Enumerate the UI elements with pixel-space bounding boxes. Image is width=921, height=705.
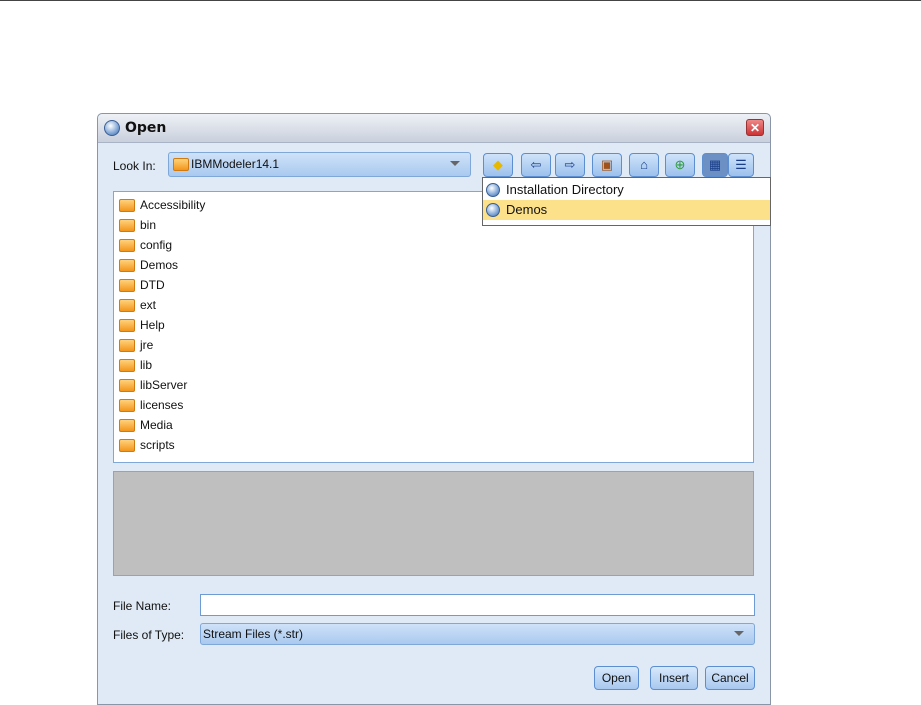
- preview-pane: [113, 471, 754, 576]
- chevron-down-icon: [450, 161, 460, 166]
- file-name: lib: [140, 358, 153, 372]
- file-list-item[interactable]: licenses: [119, 395, 183, 415]
- up-folder-icon: ▣: [600, 157, 614, 172]
- app-icon: [104, 120, 120, 136]
- file-list-item[interactable]: ext: [119, 295, 156, 315]
- file-list-item[interactable]: bin: [119, 215, 156, 235]
- file-name: Media: [140, 418, 173, 432]
- popup-item-label: Demos: [506, 202, 548, 217]
- gem-icon: [486, 183, 500, 197]
- gem-icon: [486, 203, 500, 217]
- up-folder-button[interactable]: ▣: [592, 153, 622, 177]
- file-name: DTD: [140, 278, 165, 292]
- new-folder-button[interactable]: ⊕: [665, 153, 695, 177]
- cancel-button[interactable]: Cancel: [705, 666, 755, 690]
- file-list-item[interactable]: scripts: [119, 435, 175, 455]
- arrow-right-icon: ⇨: [564, 157, 576, 172]
- arrow-left-icon: ⇦: [530, 157, 542, 172]
- diamond-icon: ◆: [493, 157, 503, 172]
- popup-item-label: Installation Directory: [506, 182, 624, 197]
- favorites-button[interactable]: ◆: [483, 153, 513, 177]
- folder-icon: [119, 359, 135, 373]
- file-list-item[interactable]: Media: [119, 415, 173, 435]
- details-list-icon: ☰: [735, 157, 747, 172]
- list-view-button[interactable]: ▦: [702, 153, 728, 177]
- folder-icon: [119, 299, 135, 313]
- file-name: licenses: [140, 398, 184, 412]
- folder-icon: [119, 399, 135, 413]
- file-name-label: File Name:: [113, 599, 172, 613]
- open-button[interactable]: Open: [594, 666, 639, 690]
- folder-icon: [119, 339, 135, 353]
- file-name: jre: [140, 338, 154, 352]
- grid-icon: ▦: [708, 157, 722, 172]
- popup-item-demos[interactable]: Demos: [483, 200, 770, 220]
- file-name-input[interactable]: [200, 594, 755, 616]
- file-list-item[interactable]: Demos: [119, 255, 178, 275]
- favorites-popup: Installation Directory Demos: [482, 177, 771, 226]
- file-type-combo[interactable]: Stream Files (*.str): [200, 623, 755, 645]
- folder-icon: [119, 219, 135, 233]
- file-type-value: Stream Files (*.str): [203, 627, 304, 641]
- folder-icon: [119, 239, 135, 253]
- file-type-label: Files of Type:: [113, 628, 185, 642]
- folder-icon: [173, 158, 189, 171]
- folder-icon: [119, 379, 135, 393]
- file-name: ext: [140, 298, 157, 312]
- details-view-button[interactable]: ☰: [728, 153, 754, 177]
- forward-button[interactable]: ⇨: [555, 153, 585, 177]
- file-list-item[interactable]: Accessibility: [119, 195, 205, 215]
- home-button[interactable]: ⌂: [629, 153, 659, 177]
- file-list-item[interactable]: lib: [119, 355, 152, 375]
- file-list-item[interactable]: Help: [119, 315, 165, 335]
- top-rule: [0, 0, 921, 1]
- look-in-value: IBMModeler14.1: [191, 157, 280, 171]
- folder-icon: [119, 319, 135, 333]
- folder-icon: [119, 419, 135, 433]
- home-icon: ⌂: [640, 157, 648, 172]
- file-list-item[interactable]: jre: [119, 335, 153, 355]
- folder-icon: [119, 279, 135, 293]
- file-name: scripts: [140, 438, 175, 452]
- look-in-combo[interactable]: IBMModeler14.1: [168, 152, 471, 177]
- close-button[interactable]: ✕: [746, 119, 764, 136]
- file-list[interactable]: Accessibility bin config Demos DTD ext Help jre…: [113, 191, 754, 463]
- file-list-item[interactable]: config: [119, 235, 172, 255]
- title-bar[interactable]: Open ✕: [98, 114, 770, 143]
- chevron-down-icon: [734, 631, 744, 636]
- file-name: Demos: [140, 258, 179, 272]
- file-name: Accessibility: [140, 198, 206, 212]
- folder-icon: [119, 199, 135, 213]
- file-name: libServer: [140, 378, 188, 392]
- folder-icon: [119, 439, 135, 453]
- look-in-label: Look In:: [113, 159, 156, 173]
- file-name: config: [140, 238, 173, 252]
- back-button[interactable]: ⇦: [521, 153, 551, 177]
- folder-icon: [119, 259, 135, 273]
- insert-button[interactable]: Insert: [650, 666, 698, 690]
- file-list-item[interactable]: DTD: [119, 275, 165, 295]
- new-folder-icon: ⊕: [674, 157, 686, 172]
- file-name: Help: [140, 318, 165, 332]
- popup-item-installation-directory[interactable]: Installation Directory: [483, 180, 770, 200]
- file-list-item[interactable]: libServer: [119, 375, 187, 395]
- file-name: bin: [140, 218, 157, 232]
- dialog-title: Open: [125, 120, 167, 136]
